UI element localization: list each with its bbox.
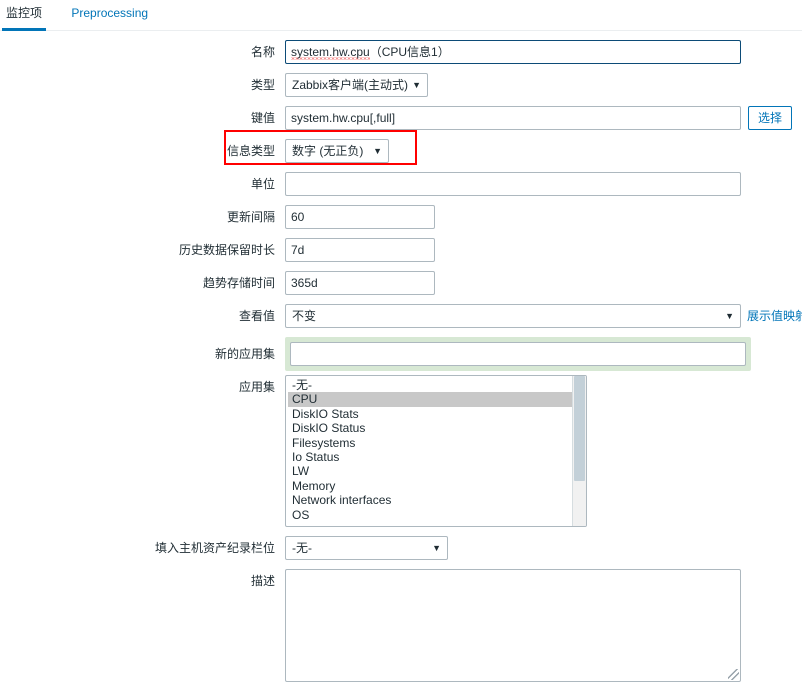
row-update-interval: 更新间隔 [0,205,802,229]
inventory-field-select-value: -无- [292,541,312,555]
row-trends: 趋势存储时间 [0,271,802,295]
new-application-input[interactable] [290,342,746,366]
chevron-down-icon: ▼ [373,146,382,156]
list-item[interactable]: -无- [288,378,572,392]
row-name: 名称 system.hw.cpu（CPU信息1） [0,40,802,64]
label-update-interval: 更新间隔 [226,210,275,224]
list-item[interactable]: LW [288,464,572,478]
label-description: 描述 [250,574,275,588]
name-input[interactable]: system.hw.cpu（CPU信息1） [285,40,741,64]
type-select[interactable]: Zabbix客户端(主动式) ▼ [285,73,428,97]
label-key: 键值 [250,111,275,125]
inventory-field-select[interactable]: -无- ▼ [285,536,448,560]
label-applications: 应用集 [238,380,275,394]
row-show-value: 查看值 不变 ▼ 展示值映射 [0,304,802,328]
key-input[interactable] [285,106,741,130]
resize-handle-icon[interactable] [728,669,739,680]
description-textarea[interactable] [285,569,741,682]
name-value-rest: （CPU信息1） [369,45,450,59]
label-inventory-field: 填入主机资产纪录栏位 [154,541,275,555]
chevron-down-icon: ▼ [432,543,441,553]
new-application-focus-ring [285,337,751,371]
list-item[interactable]: Memory [288,479,572,493]
row-units: 单位 [0,172,802,196]
list-item[interactable]: Filesystems [288,436,572,450]
update-interval-input[interactable] [285,205,435,229]
label-history: 历史数据保留时长 [178,243,275,257]
show-value-select-value: 不变 [292,309,317,323]
units-input[interactable] [285,172,741,196]
chevron-down-icon: ▼ [412,80,421,90]
label-trends: 趋势存储时间 [202,276,275,290]
trends-input[interactable] [285,271,435,295]
row-history: 历史数据保留时长 [0,238,802,262]
label-name: 名称 [250,45,275,59]
tab-preprocessing[interactable]: Preprocessing [61,0,158,28]
label-type: 类型 [250,78,275,92]
list-item[interactable]: DiskIO Stats [288,407,572,421]
list-item[interactable]: CPU [288,392,572,407]
label-new-application: 新的应用集 [214,347,275,361]
label-info-type: 信息类型 [226,144,275,158]
row-description: 描述 [0,569,802,682]
row-new-application: 新的应用集 [0,337,802,371]
list-item[interactable]: OS [288,508,572,522]
applications-scrollbar-thumb[interactable] [574,376,585,481]
history-input[interactable] [285,238,435,262]
info-type-select[interactable]: 数字 (无正负) ▼ [285,139,389,163]
list-item[interactable]: DiskIO Status [288,421,572,435]
row-type: 类型 Zabbix客户端(主动式) ▼ [0,73,802,97]
row-applications: 应用集 -无- CPU DiskIO Stats DiskIO Status F… [0,375,802,527]
label-show-value: 查看值 [238,309,275,323]
type-select-value: Zabbix客户端(主动式) [292,78,409,92]
name-value-spellchecked: system.hw.cpu [291,45,370,59]
show-value-select[interactable]: 不变 ▼ [285,304,741,328]
label-units: 单位 [250,177,275,191]
value-mapping-link[interactable]: 展示值映射 [747,304,802,328]
tab-monitoring-item[interactable]: 监控项 [2,0,47,31]
list-item[interactable]: Network interfaces [288,493,572,507]
item-configuration-form: 名称 system.hw.cpu（CPU信息1） 类型 Zabbix客户端(主动… [0,31,802,682]
row-info-type: 信息类型 数字 (无正负) ▼ [0,130,802,165]
applications-listbox[interactable]: -无- CPU DiskIO Stats DiskIO Status Files… [285,375,587,527]
chevron-down-icon: ▼ [725,311,734,321]
applications-options: -无- CPU DiskIO Stats DiskIO Status Files… [286,376,572,526]
row-inventory-field: 填入主机资产纪录栏位 -无- ▼ [0,536,802,560]
tab-bar: 监控项 Preprocessing [0,0,802,31]
key-select-button[interactable]: 选择 [748,106,793,130]
list-item[interactable]: Io Status [288,450,572,464]
applications-scrollbar[interactable] [572,376,586,526]
row-key: 键值 选择 [0,106,802,130]
info-type-select-value: 数字 (无正负) [292,144,364,158]
